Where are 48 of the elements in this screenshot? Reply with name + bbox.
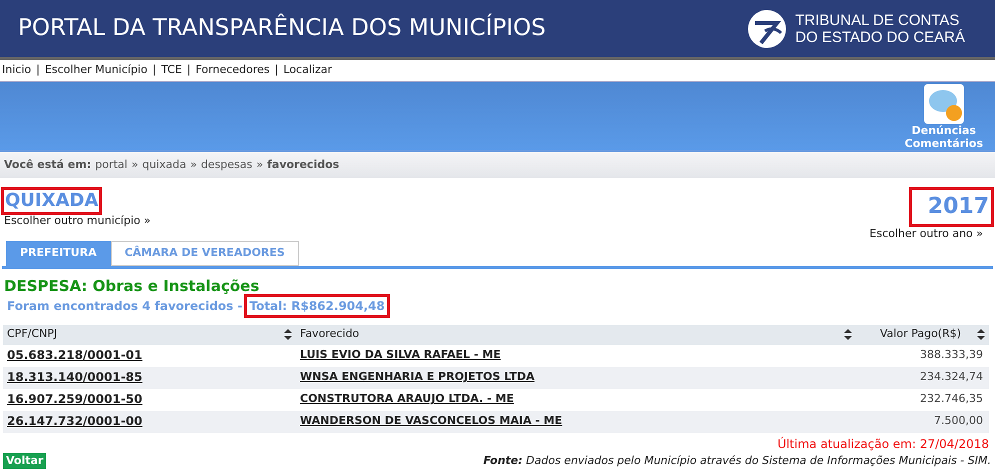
- portal-title: PORTAL DA TRANSPARÊNCIA DOS MUNICÍPIOS: [18, 12, 546, 44]
- sort-icon[interactable]: [844, 329, 852, 340]
- nav-link[interactable]: Inicio: [2, 62, 32, 79]
- expense-title: DESPESA: Obras e Instalações: [4, 276, 260, 294]
- total-amount: Total: R$862.904,48: [247, 296, 387, 314]
- nav-link[interactable]: Escolher Município: [44, 62, 148, 79]
- amount-cell: 232.746,35: [920, 392, 983, 406]
- sort-icon[interactable]: [284, 329, 292, 340]
- breadcrumb-separator: »: [131, 156, 138, 173]
- amount-cell: 234.324,74: [920, 370, 983, 384]
- nav-link[interactable]: TCE: [161, 62, 182, 79]
- column-header[interactable]: Valor Pago(R$): [880, 326, 962, 343]
- cnpj-link[interactable]: 26.147.732/0001-00: [7, 414, 142, 428]
- logo-icon: [747, 8, 788, 48]
- column-header[interactable]: Favorecido: [300, 326, 360, 343]
- amount-cell: 388.333,39: [920, 348, 983, 362]
- supplier-link[interactable]: CONSTRUTORA ARAUJO LTDA. - ME: [300, 392, 514, 406]
- logo-text: DO ESTADO DO CEARÁ: [795, 28, 965, 46]
- supplier-link[interactable]: LUIS EVIO DA SILVA RAFAEL - ME: [300, 348, 501, 362]
- results-count: Foram encontrados 4 favorecidos -: [7, 298, 242, 314]
- nav-link[interactable]: Fornecedores: [196, 62, 270, 79]
- year: 2017: [912, 190, 991, 224]
- supplier-link[interactable]: WANDERSON DE VASCONCELOS MAIA - ME: [300, 414, 562, 428]
- breadcrumb-link[interactable]: quixada: [142, 156, 186, 174]
- supplier-link[interactable]: WNSA ENGENHARIA E PROJETOS LTDA: [300, 370, 534, 384]
- breadcrumb-link[interactable]: portal: [95, 156, 128, 174]
- cnpj-link[interactable]: 18.313.140/0001-85: [7, 370, 142, 384]
- breadcrumb-link[interactable]: despesas: [200, 156, 252, 174]
- source-note: Fonte: Dados enviados pelo Município através do Sistema de Informações Municipais - SIM.: [483, 452, 991, 468]
- breadcrumb-separator: »: [256, 156, 264, 173]
- amount-cell: 7.500,00: [934, 414, 983, 428]
- logo-text: TRIBUNAL DE CONTAS: [795, 12, 960, 28]
- nav-separator: |: [36, 62, 40, 78]
- breadcrumb-link[interactable]: favorecidos: [267, 156, 340, 174]
- nav-separator: |: [274, 62, 278, 78]
- change-municipality-link[interactable]: Escolher outro município »: [4, 213, 151, 230]
- municipality-name: QUIXADA: [4, 190, 100, 212]
- change-year-link[interactable]: Escolher outro ano »: [870, 226, 983, 242]
- nav-separator: |: [186, 62, 191, 78]
- nav-separator: |: [152, 62, 156, 78]
- sort-icon[interactable]: [977, 329, 985, 340]
- column-header[interactable]: CPF/CNPJ: [7, 326, 58, 343]
- nav-link[interactable]: Localizar: [283, 62, 332, 79]
- last-update: Última atualização em: 27/04/2018: [777, 436, 989, 452]
- breadcrumb-separator: »: [190, 156, 197, 173]
- breadcrumb-prefix: Você está em:: [4, 156, 92, 173]
- cnpj-link[interactable]: 05.683.218/0001-01: [7, 348, 142, 362]
- cnpj-link[interactable]: 16.907.259/0001-50: [7, 392, 142, 406]
